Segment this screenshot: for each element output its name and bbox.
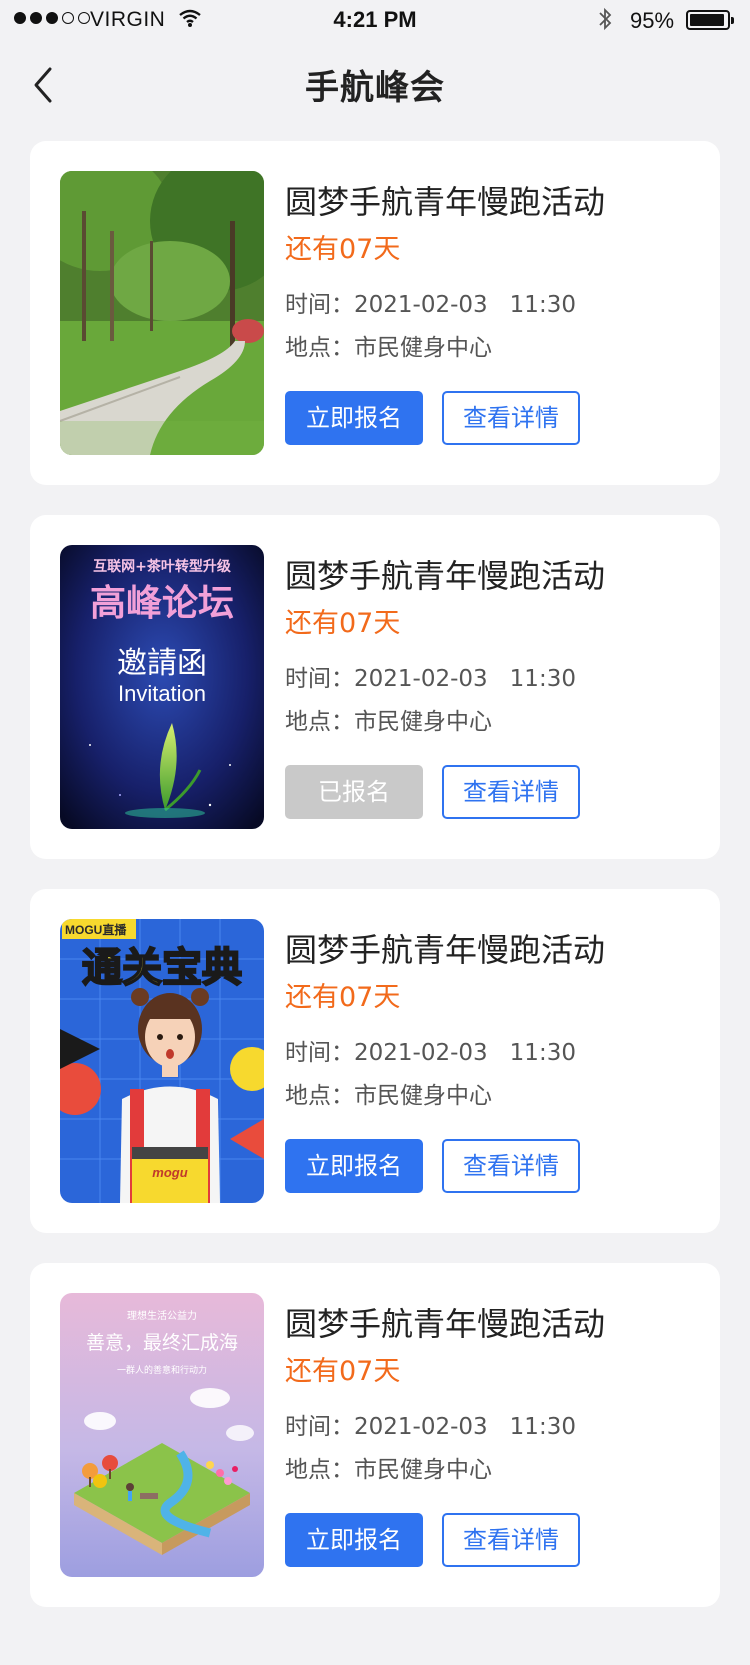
event-location: 地点：市民健身中心 <box>285 709 492 735</box>
event-list: 圆梦手航青年慢跑活动 还有07天 时间：2021-02-03 11:30 地点：市… <box>30 141 720 1637</box>
view-details-button[interactable]: 查看详情 <box>442 765 580 819</box>
event-countdown: 还有07天 <box>285 1356 401 1387</box>
signup-button[interactable]: 立即报名 <box>285 1139 423 1193</box>
page-title: 手航峰会 <box>305 68 445 108</box>
poster-title: 高峰论坛 <box>90 583 234 624</box>
poster-invitation-en: Invitation <box>118 681 206 706</box>
poster-subtitle: 互联网+茶叶转型升级 <box>93 558 232 575</box>
event-location: 地点：市民健身中心 <box>285 335 492 361</box>
event-card[interactable]: 互联网+茶叶转型升级 高峰论坛 邀請函 Invitation 圆梦手航青年慢跑活… <box>30 515 720 859</box>
poster-invitation-cn: 邀請函 <box>117 646 207 681</box>
event-poster-image: 理想生活公益力 善意，最终汇成海 一群人的善意和行动力 <box>60 1293 264 1577</box>
event-time: 时间：2021-02-03 11:30 <box>285 292 576 318</box>
comic-pop-poster: MOGU直播 通关宝典 mogu <box>60 919 264 1203</box>
battery-percentage: 95% <box>630 8 675 33</box>
signup-button[interactable]: 立即报名 <box>285 1513 423 1567</box>
event-countdown: 还有07天 <box>285 982 401 1013</box>
event-time: 时间：2021-02-03 11:30 <box>285 1040 576 1066</box>
event-title: 圆梦手航青年慢跑活动 <box>285 931 606 969</box>
poster-brand: MOGU直播 <box>65 922 127 937</box>
event-time: 时间：2021-02-03 11:30 <box>285 1414 576 1440</box>
park-path-image <box>60 171 264 455</box>
status-bar: VIRGIN 4:21 PM 95% <box>0 0 750 40</box>
view-details-button[interactable]: 查看详情 <box>442 1139 580 1193</box>
bluetooth-icon <box>597 6 613 38</box>
view-details-button[interactable]: 查看详情 <box>442 391 580 445</box>
event-poster-image: MOGU直播 通关宝典 mogu <box>60 919 264 1203</box>
event-title: 圆梦手航青年慢跑活动 <box>285 1305 606 1343</box>
event-poster-image: 互联网+茶叶转型升级 高峰论坛 邀請函 Invitation <box>60 545 264 829</box>
event-location: 地点：市民健身中心 <box>285 1457 492 1483</box>
charity-isometric-poster: 理想生活公益力 善意，最终汇成海 一群人的善意和行动力 <box>60 1293 264 1577</box>
poster-subtitle: 一群人的善意和行动力 <box>117 1364 207 1376</box>
forum-invitation-poster: 互联网+茶叶转型升级 高峰论坛 邀請函 Invitation <box>60 545 264 829</box>
poster-book-text: mogu <box>152 1165 187 1180</box>
event-card[interactable]: MOGU直播 通关宝典 mogu 圆梦手航青年慢跑活动 还有07天 时间：202… <box>30 889 720 1233</box>
view-details-button[interactable]: 查看详情 <box>442 1513 580 1567</box>
event-card[interactable]: 圆梦手航青年慢跑活动 还有07天 时间：2021-02-03 11:30 地点：市… <box>30 141 720 485</box>
poster-title: 通关宝典 <box>82 945 242 991</box>
battery-icon <box>686 10 734 30</box>
registered-button: 已报名 <box>285 765 423 819</box>
event-location: 地点：市民健身中心 <box>285 1083 492 1109</box>
event-time: 时间：2021-02-03 11:30 <box>285 666 576 692</box>
event-poster-image <box>60 171 264 455</box>
poster-title: 善意，最终汇成海 <box>86 1332 238 1354</box>
event-countdown: 还有07天 <box>285 234 401 265</box>
event-countdown: 还有07天 <box>285 608 401 639</box>
poster-caption: 理想生活公益力 <box>127 1309 197 1322</box>
navigation-bar: 手航峰会 <box>0 40 750 130</box>
event-title: 圆梦手航青年慢跑活动 <box>285 557 606 595</box>
event-card[interactable]: 理想生活公益力 善意，最终汇成海 一群人的善意和行动力 圆梦手航青年慢跑活动 还… <box>30 1263 720 1607</box>
signup-button[interactable]: 立即报名 <box>285 391 423 445</box>
event-title: 圆梦手航青年慢跑活动 <box>285 183 606 221</box>
